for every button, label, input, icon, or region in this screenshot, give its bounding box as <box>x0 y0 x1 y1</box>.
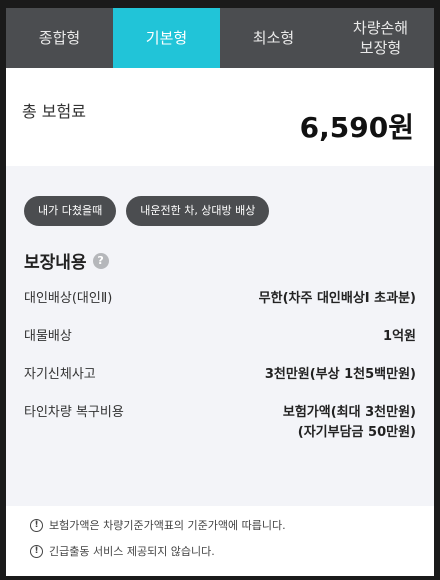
info-circle-icon: ! <box>30 518 43 532</box>
question-circle-icon[interactable]: ? <box>92 252 109 269</box>
coverage-label: 타인차량 복구비용 <box>24 405 124 420</box>
premium-section: 총 보험료 6,590원 <box>6 68 434 166</box>
coverage-section: 내가 다쳤을때 내운전한 차, 상대방 배상 보장내용 ? 대인배상(대인Ⅱ) … <box>6 166 434 506</box>
info-circle-icon: ! <box>30 544 43 558</box>
coverage-value: 3천만원(부상 1천5백만원) <box>264 367 416 382</box>
coverage-row-bodily-injury: 대인배상(대인Ⅱ) 무한(차주 대인배상Ⅰ 초과분) <box>24 289 416 309</box>
coverage-row-self-injury: 자기신체사고 3천만원(부상 1천5백만원) <box>24 365 416 385</box>
tab-basic[interactable]: 기본형 <box>113 8 220 68</box>
tab-vehicle-damage[interactable]: 차량손해 보장형 <box>327 8 434 68</box>
coverage-value: 보험가액(최대 3천만원) (자기부담금 50만원) <box>282 405 416 440</box>
plan-tabs: 종합형 기본형 최소형 차량손해 보장형 <box>6 8 434 68</box>
note-text: 긴급출동 서비스 제공되지 않습니다. <box>49 545 215 558</box>
coverage-title: 보장내용 ? <box>24 248 416 273</box>
tab-label: 최소형 <box>252 29 295 47</box>
coverage-label: 자기신체사고 <box>24 367 96 382</box>
coverage-label: 대인배상(대인Ⅱ) <box>24 291 113 306</box>
coverage-value: 무한(차주 대인배상Ⅰ 초과분) <box>258 291 416 306</box>
tab-label: 차량손해 보장형 <box>352 19 409 57</box>
note-item: ! 긴급출동 서비스 제공되지 않습니다. <box>30 538 410 564</box>
coverage-row-property-damage: 대물배상 1억원 <box>24 327 416 347</box>
coverage-list: 대인배상(대인Ⅱ) 무한(차주 대인배상Ⅰ 초과분) 대물배상 1억원 자기신체… <box>24 289 416 443</box>
tab-label: 종합형 <box>38 29 81 47</box>
app-frame: 종합형 기본형 최소형 차량손해 보장형 총 보험료 6,590원 내가 다쳤을… <box>0 0 440 580</box>
tab-comprehensive[interactable]: 종합형 <box>6 8 113 68</box>
coverage-value: 1억원 <box>383 329 416 344</box>
filter-chips: 내가 다쳤을때 내운전한 차, 상대방 배상 <box>24 196 416 226</box>
coverage-row-other-vehicle: 타인차량 복구비용 보험가액(최대 3천만원) (자기부담금 50만원) <box>24 403 416 443</box>
coverage-label: 대물배상 <box>24 329 72 344</box>
chip-my-car-other-party[interactable]: 내운전한 차, 상대방 배상 <box>126 196 270 226</box>
note-text: 보험가액은 차량기준가액표의 기준가액에 따릅니다. <box>49 519 286 532</box>
note-item: ! 보험가액은 차량기준가액표의 기준가액에 따릅니다. <box>30 512 410 538</box>
notes-section: ! 보험가액은 차량기준가액표의 기준가액에 따릅니다. ! 긴급출동 서비스 … <box>12 512 428 564</box>
premium-label: 총 보험료 <box>22 102 86 121</box>
tab-minimum[interactable]: 최소형 <box>220 8 327 68</box>
coverage-title-text: 보장내용 <box>24 253 87 273</box>
chip-injured-self[interactable]: 내가 다쳤을때 <box>24 196 117 226</box>
tab-label: 기본형 <box>145 29 188 47</box>
premium-value: 6,590원 <box>299 111 414 144</box>
